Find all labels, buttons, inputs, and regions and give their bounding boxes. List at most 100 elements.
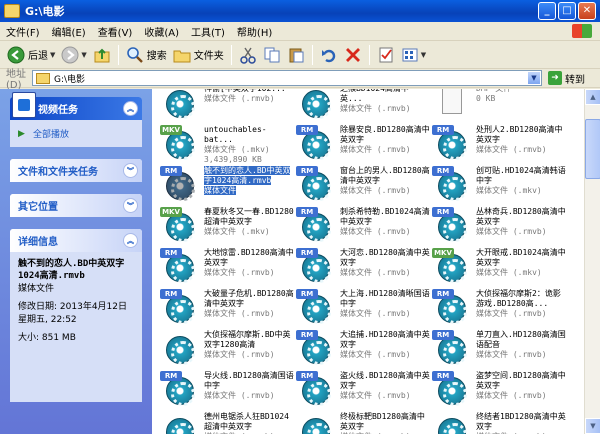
play-icon: ▶	[18, 128, 25, 139]
up-folder-icon	[93, 46, 111, 64]
close-button[interactable]: ✕	[578, 2, 596, 20]
file-item[interactable]: RM 盗火线.BD1280高清中英双字 媒体文件 (.rmvb)	[296, 368, 430, 409]
menu-edit[interactable]: 编辑(E)	[46, 24, 92, 39]
address-input[interactable]: G:\电影 ▼	[32, 70, 542, 86]
file-item[interactable]: DMP 文件0 KB	[432, 89, 566, 122]
file-type: 媒体文件 (.rmvb)	[476, 309, 547, 318]
folder-icon	[4, 4, 20, 18]
file-item[interactable]: 神偷[中英双字102...媒体文件 (.rmvb)	[160, 89, 294, 122]
menu-file[interactable]: 文件(F)	[0, 24, 46, 39]
toolbar: 后退 ▼ ▼ 搜索 文件夹 ▼	[0, 41, 600, 69]
file-item[interactable]: RM 处刑人2.BD1280高清中英双字 媒体文件 (.rmvb)	[432, 122, 566, 163]
film-reel-icon: RM	[296, 125, 336, 161]
scroll-down-button[interactable]: ▼	[585, 418, 600, 434]
back-arrow-icon	[7, 46, 25, 64]
file-type: 媒体文件 (.mkv)	[476, 268, 542, 277]
forward-button[interactable]: ▼	[58, 43, 89, 67]
menu-help[interactable]: 帮助(H)	[231, 24, 278, 39]
properties-button[interactable]	[374, 43, 398, 67]
file-name: untouchables-bat...	[204, 125, 267, 144]
file-item[interactable]: 终极标靶BD1280高清中英双字媒体文件 (.rmvb)	[296, 409, 430, 434]
file-name: 丛林奇兵.BD1280高清中英双字	[476, 207, 566, 226]
file-item[interactable]: MKV 春夏秋冬又一春.BD1280超清中英双字 媒体文件 (.mkv)	[160, 204, 294, 245]
file-name: 盗梦空间.BD1280高清中英双字	[476, 371, 566, 390]
collapse-chevron-icon[interactable]: ︽	[123, 101, 138, 116]
file-type: 媒体文件 (.rmvb)	[204, 268, 275, 277]
paste-icon	[287, 46, 305, 64]
chevron-down-icon[interactable]: ▼	[50, 51, 55, 59]
go-arrow-icon: ➜	[548, 71, 562, 85]
file-item[interactable]: 终结者1BD1280高清中英双字媒体文件 (.rmvb)	[432, 409, 566, 434]
file-item[interactable]: 大侦探福尔摩斯.BD中英双字1280高清 媒体文件 (.rmvb)	[160, 327, 294, 368]
file-item[interactable]: RM 刺杀希特勒.BD1024高清中英双字 媒体文件 (.rmvb)	[296, 204, 430, 245]
file-item[interactable]: RM 大追捕.HD1280高清中英双字 媒体文件 (.rmvb)	[296, 327, 430, 368]
file-grid: 神偷[中英双字102...媒体文件 (.rmvb)之猴BD1024高清中英...…	[160, 89, 584, 434]
file-tasks-header[interactable]: 文件和文件夹任务 ︾	[10, 159, 142, 182]
video-tasks-header[interactable]: 视频任务 ︽	[10, 92, 142, 120]
undo-button[interactable]	[317, 43, 341, 67]
file-item[interactable]: RM 大河恋.BD1280高清中英双字 媒体文件 (.rmvb)	[296, 245, 430, 286]
file-type: 媒体文件 (.mkv)	[204, 227, 270, 236]
scroll-up-button[interactable]: ▲	[585, 89, 600, 105]
file-item[interactable]: RM 除暴安良.BD1280高清中英双字 媒体文件 (.rmvb)	[296, 122, 430, 163]
film-reel-icon: MKV	[160, 125, 200, 161]
chevron-down-icon[interactable]: ▼	[421, 51, 426, 59]
file-item[interactable]: RM 大侦探福尔摩斯2：诡影游戏.BD1280高... 媒体文件 (.rmvb)	[432, 286, 566, 327]
file-item[interactable]: 德州电锯杀人狂BD1024超清中英双字媒体文件 (.rmvb)	[160, 409, 294, 434]
file-item[interactable]: RM 盗梦空间.BD1280高清中英双字 媒体文件 (.rmvb)	[432, 368, 566, 409]
vertical-scrollbar[interactable]: ▲ ▼	[584, 89, 600, 434]
file-item[interactable]: MKV untouchables-bat... 媒体文件 (.mkv) 3,439,8…	[160, 122, 294, 164]
menu-tools[interactable]: 工具(T)	[185, 24, 231, 39]
file-item[interactable]: RM 单刀直入.HD1280高清国语配音 媒体文件 (.rmvb)	[432, 327, 566, 368]
collapse-chevron-icon[interactable]: ︽	[123, 233, 138, 248]
folders-button[interactable]: 文件夹	[170, 43, 227, 67]
film-reel-icon: RM	[296, 166, 336, 202]
paste-button[interactable]	[284, 43, 308, 67]
file-item[interactable]: RM 丛林奇兵.BD1280高清中英双字 媒体文件 (.rmvb)	[432, 204, 566, 245]
file-item[interactable]: MKV 大开眼戒.BD1024高清中英双字 媒体文件 (.mkv)	[432, 245, 566, 286]
film-reel-icon: MKV	[432, 248, 472, 284]
details-header[interactable]: 详细信息 ︽	[10, 229, 142, 252]
file-item[interactable]: RM 创可贴.HD1024高清韩语中字 媒体文件 (.mkv)	[432, 163, 566, 204]
address-path[interactable]: G:\电影	[54, 72, 527, 85]
other-places-header[interactable]: 其它位置 ︾	[10, 194, 142, 217]
delete-x-icon	[344, 46, 362, 64]
back-button[interactable]: 后退 ▼	[4, 43, 58, 67]
file-type: 媒体文件 (.mkv)	[476, 186, 542, 195]
file-name: 导火线.BD1280高清国语中字	[204, 371, 294, 390]
properties-icon	[377, 46, 395, 64]
file-item[interactable]: RM 大上海.HD1280清晰国语中字 媒体文件 (.rmvb)	[296, 286, 430, 327]
film-reel-icon	[296, 412, 336, 434]
file-item[interactable]: 之猴BD1024高清中英...媒体文件 (.rmvb)	[296, 89, 430, 122]
go-button[interactable]: ➜ 转到	[548, 71, 585, 86]
file-item[interactable]: RM 触不到的恋人.BD中英双字1024高清.rmvb 媒体文件	[160, 163, 294, 204]
views-button[interactable]: ▼	[398, 43, 429, 67]
file-item[interactable]: RM 导火线.BD1280高清国语中字 媒体文件 (.rmvb)	[160, 368, 294, 409]
expand-chevron-icon[interactable]: ︾	[123, 198, 138, 213]
file-item[interactable]: RM 大地惊雷.BD1280高清中英双字 媒体文件 (.rmvb)	[160, 245, 294, 286]
expand-chevron-icon[interactable]: ︾	[123, 163, 138, 178]
address-dropdown-button[interactable]: ▼	[527, 71, 541, 85]
play-all-link[interactable]: ▶ 全部播放	[18, 127, 134, 141]
search-button[interactable]: 搜索	[123, 43, 170, 67]
maximize-button[interactable]: □	[558, 2, 576, 20]
file-name: 大地惊雷.BD1280高清中英双字	[204, 248, 294, 267]
delete-button[interactable]	[341, 43, 365, 67]
file-name: 大追捕.HD1280高清中英双字	[340, 330, 430, 349]
file-item[interactable]: RM 窗台上的男人.BD1280高清中英双字 媒体文件 (.rmvb)	[296, 163, 430, 204]
menu-favorites[interactable]: 收藏(A)	[138, 24, 185, 39]
up-folder-button[interactable]	[90, 43, 114, 67]
film-reel-icon: MKV	[160, 207, 200, 243]
menu-view[interactable]: 查看(V)	[92, 24, 139, 39]
scroll-thumb[interactable]	[585, 119, 600, 179]
file-name: 处刑人2.BD1280高清中英双字	[476, 125, 563, 144]
window-title: G:\电影	[25, 5, 65, 18]
file-item[interactable]: RM 大破量子危机.BD1280高清中英双字 媒体文件 (.rmvb)	[160, 286, 294, 327]
cut-button[interactable]	[236, 43, 260, 67]
chevron-down-icon[interactable]: ▼	[81, 51, 86, 59]
minimize-button[interactable]: _	[538, 2, 556, 20]
film-reel-icon: RM	[432, 371, 472, 407]
file-type: 媒体文件 (.rmvb)	[204, 309, 275, 318]
film-reel-icon	[160, 89, 200, 120]
copy-button[interactable]	[260, 43, 284, 67]
